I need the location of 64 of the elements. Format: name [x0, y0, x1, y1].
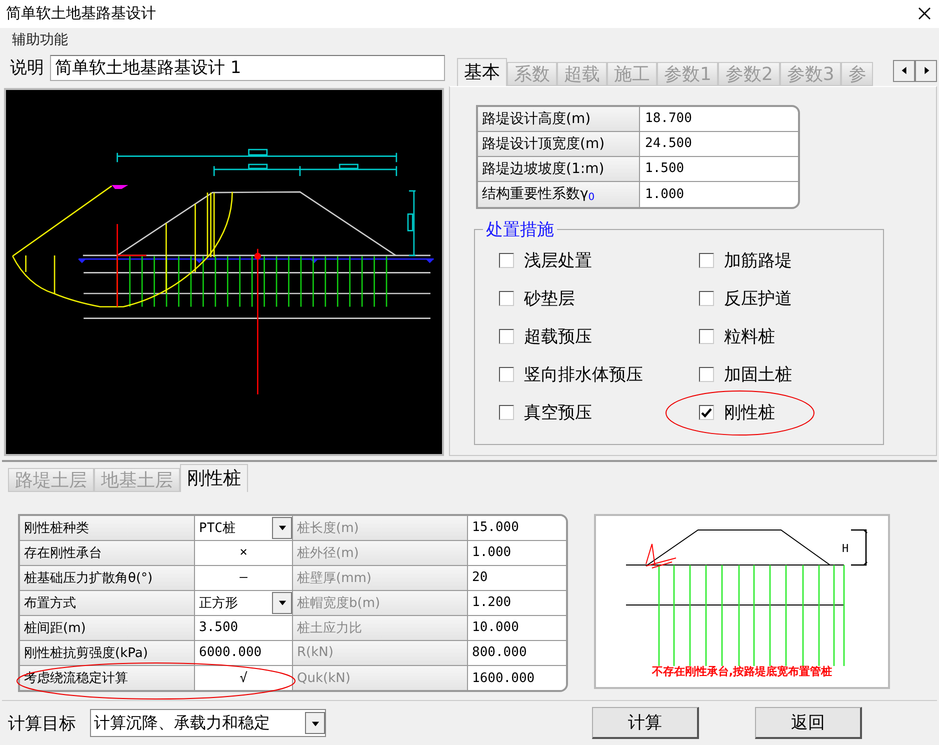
table-cell: R(kN): [293, 640, 468, 665]
caret-icon: [278, 598, 286, 608]
checkbox-label: 浅层处置: [524, 250, 592, 272]
checkbox[interactable]: [699, 367, 714, 382]
parameter-label-text: 路堤设计顶宽度(m): [482, 134, 605, 153]
checkbox-label: 加筋路堤: [724, 250, 792, 272]
table-cell: 布置方式: [20, 590, 195, 615]
table-cell: 刚性桩种类: [20, 516, 195, 540]
parameter-label-text: 路堤设计高度(m): [482, 110, 591, 128]
parameter-value[interactable]: 1.000: [640, 182, 798, 207]
parameter-label-text: 路堤边坡坡度(1:m): [482, 160, 604, 178]
return-button[interactable]: 返回: [755, 707, 862, 740]
checkbox-label: 真空预压: [524, 402, 592, 424]
table-cell: Quk(kN): [293, 666, 468, 690]
checkbox[interactable]: [699, 405, 714, 420]
scroll-left-button[interactable]: [893, 60, 915, 82]
parameter-value[interactable]: 24.500: [640, 132, 798, 156]
table-cell: 桩基础压力扩散角θ(°): [20, 566, 195, 590]
height-label: H: [842, 542, 849, 555]
checkbox[interactable]: [699, 291, 714, 306]
checkbox-label: 超载预压: [524, 326, 592, 348]
tab[interactable]: 基本: [457, 58, 507, 86]
table-cell: 桩土应力比: [293, 616, 468, 640]
checkbox[interactable]: [499, 253, 514, 268]
scroll-right-button[interactable]: [915, 60, 937, 82]
checkbox-label: 竖向排水体预压: [524, 364, 643, 386]
table-cell[interactable]: 1600.000: [468, 666, 566, 690]
right-arrow-icon: [922, 66, 930, 76]
checkbox[interactable]: [699, 253, 714, 268]
tab[interactable]: 刚性桩: [180, 464, 248, 492]
menu-item[interactable]: 辅助功能: [12, 30, 68, 49]
calculate-button[interactable]: 计算: [592, 707, 699, 740]
checkbox[interactable]: [699, 329, 714, 344]
caret-icon: [310, 718, 320, 728]
table-cell: 桩间距(m): [20, 616, 195, 640]
table-cell: 存在刚性承台: [20, 540, 195, 565]
table-cell: 刚性桩抗剪强度(kPa): [20, 640, 195, 665]
check-icon: [701, 408, 712, 418]
checkbox-label: 刚性桩: [724, 402, 775, 424]
parameter-value[interactable]: 1.500: [640, 156, 798, 181]
target-label: 计算目标: [8, 712, 76, 735]
close-icon[interactable]: [918, 7, 931, 20]
checkbox[interactable]: [499, 291, 514, 306]
table-cell: 桩外径(m): [293, 540, 468, 565]
checkbox[interactable]: [499, 329, 514, 344]
caret-icon: [278, 523, 286, 532]
table-cell: 桩壁厚(mm): [293, 566, 468, 590]
description-field[interactable]: 简单软土地基路基设计 1: [50, 54, 445, 81]
checkbox-label: 砂垫层: [524, 288, 575, 310]
table-cell: 桩长度(m): [293, 516, 468, 540]
target-dropdown[interactable]: 计算沉降、承载力和稳定: [90, 709, 326, 738]
checkbox-label: 反压护道: [724, 288, 792, 310]
checkbox[interactable]: [499, 367, 514, 382]
description-label: 说明: [10, 57, 44, 80]
window-title: 简单软土地基路基设计: [6, 4, 156, 24]
parameter-label-text: 结构重要性系数γ$_{0}$: [482, 185, 595, 204]
table-cell: 桩帽宽度b(m): [293, 590, 468, 615]
left-arrow-icon: [900, 66, 908, 76]
parameter-value[interactable]: 18.700: [640, 106, 798, 131]
checkbox-label: 加固土桩: [724, 364, 792, 386]
checkbox[interactable]: [499, 405, 514, 420]
schematic-note: 不存在刚性承台,按路堤底宽布置管桩: [652, 664, 832, 679]
table-cell[interactable]: √: [195, 666, 293, 690]
checkbox-label: 粒料桩: [724, 326, 775, 348]
